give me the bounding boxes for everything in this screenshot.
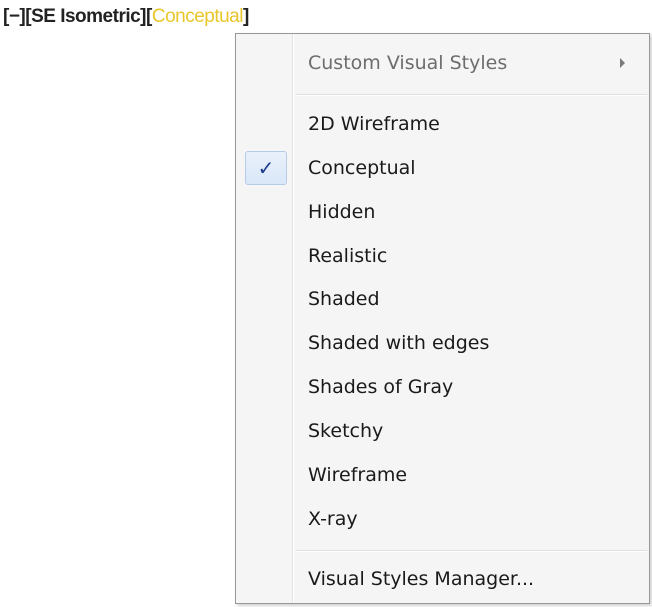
menu-item-label: X-ray bbox=[308, 508, 358, 530]
menu-separator bbox=[296, 94, 647, 96]
checkmark-icon: ✓ bbox=[245, 151, 287, 185]
menu-item-visual-styles-manager[interactable]: Visual Styles Manager... bbox=[238, 559, 647, 599]
menu-item-label: Custom Visual Styles bbox=[308, 52, 508, 74]
menu-item-x-ray[interactable]: X-ray bbox=[238, 499, 647, 539]
menu-item-label: 2D Wireframe bbox=[308, 113, 440, 135]
menu-item-label: Wireframe bbox=[308, 464, 408, 486]
menu-item-label: Visual Styles Manager... bbox=[308, 568, 535, 590]
chevron-right-icon bbox=[620, 58, 625, 68]
menu-item-label: Conceptual bbox=[308, 157, 416, 179]
menu-item-sketchy[interactable]: Sketchy bbox=[238, 411, 647, 451]
menu-item-wireframe[interactable]: Wireframe bbox=[238, 455, 647, 495]
menu-item-shaded[interactable]: Shaded bbox=[238, 279, 647, 319]
menu-item-label: Realistic bbox=[308, 245, 388, 267]
visual-styles-context-menu: Custom Visual Styles 2D Wireframe ✓ Conc… bbox=[235, 33, 650, 604]
view-menu[interactable]: [SE Isometric] bbox=[25, 6, 146, 28]
viewport-label: [−] [SE Isometric] [Conceptual] bbox=[3, 2, 249, 32]
menu-item-custom-visual-styles[interactable]: Custom Visual Styles bbox=[238, 43, 647, 83]
menu-item-label: Shades of Gray bbox=[308, 376, 454, 398]
menu-item-conceptual[interactable]: ✓ Conceptual bbox=[238, 148, 647, 188]
menu-separator bbox=[296, 550, 647, 552]
visual-style-menu[interactable]: [Conceptual] bbox=[146, 6, 249, 28]
menu-item-hidden[interactable]: Hidden bbox=[238, 192, 647, 232]
menu-item-label: Hidden bbox=[308, 201, 376, 223]
menu-item-label: Shaded bbox=[308, 288, 380, 310]
menu-item-label: Sketchy bbox=[308, 420, 384, 442]
menu-item-shaded-with-edges[interactable]: Shaded with edges bbox=[238, 323, 647, 363]
visual-style-close-bracket: ] bbox=[242, 6, 249, 27]
visual-style-current: Conceptual bbox=[151, 6, 244, 27]
menu-item-2d-wireframe[interactable]: 2D Wireframe bbox=[238, 104, 647, 144]
viewport-controls-menu[interactable]: [−] bbox=[3, 6, 26, 28]
menu-item-label: Shaded with edges bbox=[308, 332, 490, 354]
menu-item-shades-of-gray[interactable]: Shades of Gray bbox=[238, 367, 647, 407]
menu-item-realistic[interactable]: Realistic bbox=[238, 236, 647, 276]
